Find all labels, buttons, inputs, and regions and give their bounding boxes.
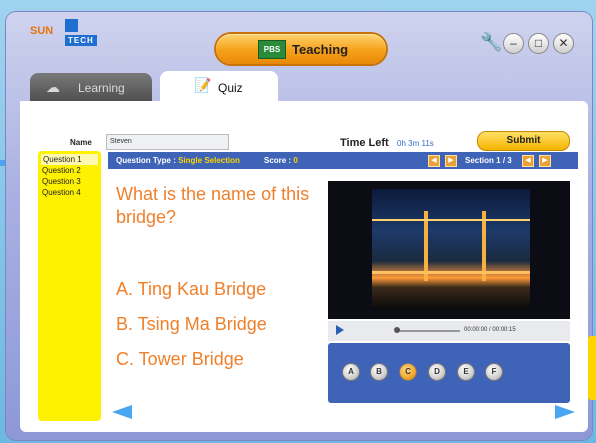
question-type-label: Question Type : bbox=[116, 156, 176, 165]
notepad-icon: 📝 bbox=[194, 77, 212, 93]
tab-learning-label: Learning bbox=[78, 81, 125, 95]
answer-button-b[interactable]: B bbox=[370, 363, 388, 381]
prev-question-button[interactable]: ◀ bbox=[428, 155, 440, 167]
tab-quiz-label: Quiz bbox=[218, 81, 243, 95]
video-controls: 00:00:00 / 00:00:15 bbox=[328, 321, 570, 341]
question-list-item[interactable]: Question 2 bbox=[38, 165, 101, 176]
answer-option: B. Tsing Ma Bridge bbox=[116, 314, 267, 334]
maximize-button[interactable]: □ bbox=[528, 33, 549, 54]
next-question-button[interactable]: ▶ bbox=[445, 155, 457, 167]
logo-square-icon bbox=[65, 19, 78, 32]
question-info-bar: Question Type : Single Selection Score :… bbox=[108, 152, 578, 169]
name-label: Name bbox=[70, 138, 92, 147]
answer-option: A. Ting Kau Bridge bbox=[116, 279, 267, 299]
window-controls: 🔧 – □ ✕ bbox=[480, 33, 574, 54]
score-label: Score : bbox=[264, 156, 292, 165]
answer-button-d[interactable]: D bbox=[428, 363, 446, 381]
section-indicator: Section 1 / 3 bbox=[465, 156, 512, 165]
answer-button-panel: A B C D E F bbox=[328, 343, 570, 403]
answer-option: C. Tower Bridge bbox=[116, 349, 244, 369]
mode-label: Teaching bbox=[292, 42, 349, 57]
play-icon[interactable] bbox=[336, 325, 344, 335]
question-list-item[interactable]: Question 4 bbox=[38, 187, 101, 198]
video-time: 00:00:00 / 00:00:15 bbox=[464, 327, 516, 333]
cloud-icon: ☁ bbox=[46, 79, 60, 95]
pbs-badge-icon: PBS bbox=[258, 40, 286, 59]
seek-handle[interactable] bbox=[394, 327, 400, 333]
wrench-icon[interactable]: 🔧 bbox=[480, 33, 502, 52]
prev-section-button[interactable]: ◀ bbox=[522, 155, 534, 167]
bridge-cable bbox=[372, 219, 530, 221]
question-list-item[interactable]: Question 3 bbox=[38, 176, 101, 187]
score-value: 0 bbox=[293, 156, 298, 165]
close-button[interactable]: ✕ bbox=[553, 33, 574, 54]
answer-button-e[interactable]: E bbox=[457, 363, 475, 381]
logo-text-sun: SUN bbox=[30, 25, 54, 37]
name-field[interactable]: Steven bbox=[106, 134, 229, 150]
seek-bar[interactable] bbox=[398, 330, 460, 332]
section-value: 1 / 3 bbox=[496, 156, 512, 165]
prev-page-arrow-icon[interactable] bbox=[112, 405, 132, 419]
question-list-item[interactable]: Question 1 bbox=[41, 154, 98, 165]
submit-button[interactable]: Submit bbox=[477, 131, 570, 151]
question-type-value: Single Selection bbox=[178, 156, 240, 165]
question-type: Question Type : Single Selection bbox=[116, 156, 240, 165]
score: Score : 0 bbox=[264, 156, 298, 165]
logo-text-tech: TECH bbox=[65, 35, 97, 46]
app-logo: SUN TECH bbox=[30, 19, 97, 46]
tab-learning[interactable]: ☁ Learning bbox=[30, 73, 152, 101]
tab-quiz[interactable]: 📝 Quiz bbox=[160, 71, 278, 103]
side-drawer-handle[interactable] bbox=[588, 336, 596, 400]
question-list: Question 1 Question 2 Question 3 Questio… bbox=[38, 151, 101, 421]
bridge-image bbox=[372, 189, 530, 309]
time-left-value: 0h 3m 11s bbox=[397, 139, 434, 148]
section-label: Section bbox=[465, 156, 494, 165]
mode-switch-teaching[interactable]: PBS Teaching bbox=[216, 34, 386, 64]
time-left-label: Time Left bbox=[340, 137, 389, 149]
next-page-arrow-icon[interactable] bbox=[555, 405, 575, 419]
answer-button-c[interactable]: C bbox=[399, 363, 417, 381]
answer-button-a[interactable]: A bbox=[342, 363, 360, 381]
next-section-button[interactable]: ▶ bbox=[539, 155, 551, 167]
answer-button-f[interactable]: F bbox=[485, 363, 503, 381]
video-player[interactable] bbox=[328, 181, 570, 319]
bridge-deck bbox=[372, 271, 530, 274]
question-text: What is the name of this bridge? bbox=[116, 184, 310, 227]
minimize-button[interactable]: – bbox=[503, 33, 524, 54]
